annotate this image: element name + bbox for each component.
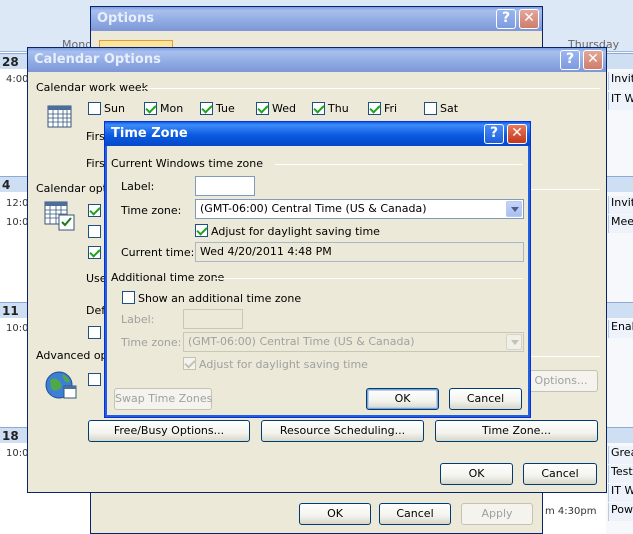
calendar-event[interactable]: Invit — [608, 196, 633, 214]
advanced-option-checkbox[interactable] — [88, 373, 101, 386]
adjust-dst-label: Adjust for daylight saving time — [211, 225, 380, 238]
time-zone-title: Time Zone — [111, 126, 188, 141]
time-zone-button[interactable]: Time Zone... — [435, 420, 598, 442]
additional-time-zone-field-label: Time zone: — [121, 336, 182, 349]
day-label-fri: Fri — [384, 102, 398, 115]
calendar-event[interactable]: Enab — [608, 320, 633, 338]
current-time-label: Current time: — [121, 246, 195, 259]
day-label-sun: Sun — [104, 102, 125, 115]
current-time-zone-group-label: Current Windows time zone — [111, 157, 268, 170]
options-ok-button[interactable]: OK — [299, 503, 371, 525]
advanced-options-button[interactable]: Options... — [524, 370, 598, 392]
time-zone-selected-value: (GMT-06:00) Central Time (US & Canada) — [200, 202, 427, 215]
additional-adjust-dst-checkbox[interactable] — [183, 357, 196, 370]
time-zone-cancel-button[interactable]: Cancel — [449, 388, 522, 410]
divider — [275, 164, 523, 165]
day-checkbox-thu[interactable] — [312, 102, 325, 115]
time-zone-select[interactable]: (GMT-06:00) Central Time (US & Canada) — [195, 199, 524, 219]
resource-scheduling-button[interactable]: Resource Scheduling... — [261, 420, 424, 442]
calendar-option-checkbox[interactable] — [88, 225, 101, 238]
additional-label-field-label: Label: — [121, 313, 155, 326]
week-number: 18 — [2, 429, 19, 443]
time-zone-window: Time Zone ? ✕ Current Windows time zone … — [104, 121, 531, 418]
calendar-event[interactable]: Pow — [608, 503, 633, 521]
week-number: 28 — [2, 55, 19, 69]
divider — [215, 278, 523, 279]
calendar-option-checkbox[interactable] — [88, 246, 101, 259]
default-label: Def — [86, 304, 106, 317]
additional-label-input[interactable] — [183, 309, 243, 329]
free-busy-options-button[interactable]: Free/Busy Options... — [88, 420, 250, 442]
work-week-group-label: Calendar work week — [36, 81, 152, 94]
calendar-event[interactable]: Invit — [608, 72, 633, 90]
help-icon[interactable]: ? — [484, 124, 504, 144]
chevron-down-icon[interactable] — [506, 201, 522, 217]
calendar-options-ok-button[interactable]: OK — [440, 463, 513, 485]
close-icon[interactable]: ✕ — [507, 124, 527, 144]
calendar-options-title: Calendar Options — [34, 52, 161, 67]
help-icon[interactable]: ? — [496, 9, 516, 29]
calendar-event[interactable]: Mee — [608, 215, 633, 233]
calendar-options-icon — [44, 200, 76, 232]
label-field-label: Label: — [121, 180, 155, 193]
day-checkbox-wed[interactable] — [256, 102, 269, 115]
current-time-value: Wed 4/20/2011 4:48 PM — [195, 242, 524, 262]
calendar-option-checkbox[interactable] — [88, 326, 101, 339]
day-checkbox-tue[interactable] — [200, 102, 213, 115]
day-label-thu: Thu — [328, 102, 349, 115]
globe-calendar-icon — [44, 368, 78, 402]
day-checkbox-fri[interactable] — [368, 102, 381, 115]
time-zone-titlebar: Time Zone ? ✕ — [105, 122, 530, 146]
time-zone-field-label: Time zone: — [121, 204, 182, 217]
day-checkbox-sat[interactable] — [424, 102, 437, 115]
event-time: 4:00 — [6, 74, 29, 85]
options-apply-button[interactable]: Apply — [461, 503, 533, 525]
day-checkbox-mon[interactable] — [144, 102, 157, 115]
show-additional-time-zone-label: Show an additional time zone — [138, 292, 302, 305]
first-week-label: Firs — [86, 157, 105, 170]
additional-time-zone-select[interactable]: (GMT-06:00) Central Time (US & Canada) — [183, 332, 524, 352]
event-time: 12:0 — [6, 198, 29, 209]
time-zone-ok-button[interactable]: OK — [366, 388, 439, 410]
calendar-option-checkbox[interactable] — [88, 204, 101, 217]
event-time: 10:0 — [6, 217, 29, 228]
options-cancel-button[interactable]: Cancel — [379, 503, 451, 525]
show-additional-time-zone-checkbox[interactable] — [122, 291, 135, 304]
label-input[interactable] — [195, 176, 255, 196]
close-icon[interactable]: ✕ — [519, 9, 539, 29]
day-label-mon: Mon — [160, 102, 184, 115]
day-label-wed: Wed — [272, 102, 296, 115]
calendar-event[interactable]: IT W — [608, 92, 633, 110]
adjust-dst-checkbox[interactable] — [195, 224, 208, 237]
calendar-options-titlebar: Calendar Options ? ✕ — [28, 48, 606, 72]
calendar-event[interactable]: Grea — [608, 446, 633, 464]
calendar-grid-icon — [47, 103, 73, 129]
divider — [140, 88, 600, 89]
event-time: m 4:30pm — [545, 506, 597, 517]
additional-adjust-dst-label: Adjust for daylight saving time — [199, 358, 368, 371]
additional-time-zone-group-label: Additional time zone — [111, 271, 229, 284]
options-title: Options — [97, 11, 154, 26]
additional-time-zone-selected-value: (GMT-06:00) Central Time (US & Canada) — [188, 335, 415, 348]
chevron-down-icon[interactable] — [506, 334, 522, 350]
calendar-event[interactable]: IT W — [608, 484, 633, 502]
first-day-label: Firs — [86, 130, 105, 143]
week-number: 4 — [2, 178, 11, 192]
week-number: 11 — [2, 304, 19, 318]
day-label-sat: Sat — [440, 102, 459, 115]
day-label-tue: Tue — [216, 102, 235, 115]
event-time: 10:0 — [6, 323, 29, 334]
swap-time-zones-button[interactable]: Swap Time Zones — [114, 388, 212, 410]
help-icon[interactable]: ? — [560, 50, 580, 70]
calendar-event[interactable]: Test — [608, 465, 633, 483]
calendar-options-cancel-button[interactable]: Cancel — [523, 463, 597, 485]
event-time: 10:0 — [6, 448, 29, 459]
day-checkbox-sun[interactable] — [88, 102, 101, 115]
close-icon[interactable]: ✕ — [583, 50, 603, 70]
options-titlebar: Options ? ✕ — [91, 7, 542, 31]
